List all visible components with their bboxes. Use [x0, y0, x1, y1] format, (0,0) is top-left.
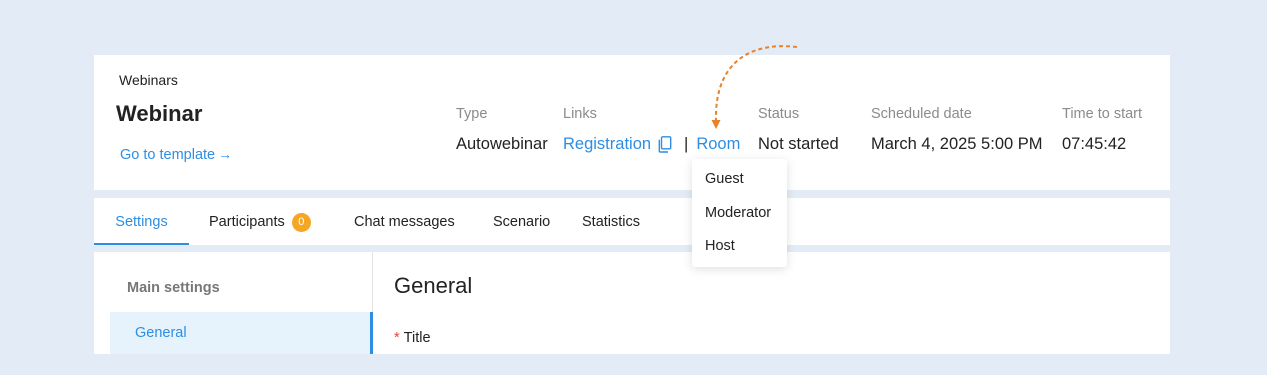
webinar-header-panel: Webinars Webinar Go to template → Type Au… [94, 55, 1170, 190]
settings-content-panel: Main settings General General * Title [94, 252, 1170, 354]
breadcrumb[interactable]: Webinars [119, 72, 178, 88]
section-title: General [394, 273, 473, 298]
room-option-guest[interactable]: Guest [692, 165, 787, 199]
tab-statistics[interactable]: Statistics [582, 198, 640, 245]
tab-participants[interactable]: Participants 0 [209, 198, 311, 245]
registration-link[interactable]: Registration [563, 135, 651, 154]
participants-count-badge: 0 [291, 213, 311, 232]
time-to-start-value: 07:45:42 [1062, 135, 1127, 153]
sidebar-heading: Main settings [127, 280, 220, 296]
tab-settings[interactable]: Settings [94, 198, 189, 245]
scheduled-date-label: Scheduled date [871, 106, 972, 122]
tab-scenario[interactable]: Scenario [493, 198, 550, 245]
room-option-host[interactable]: Host [692, 232, 787, 266]
title-label-text: Title [403, 330, 431, 346]
status-value: Not started [758, 135, 839, 153]
time-to-start-label: Time to start [1062, 106, 1143, 122]
links-separator: | [684, 135, 689, 153]
time-to-start-column: Time to start 07:45:42 [1062, 106, 1142, 154]
scheduled-date-value: March 4, 2025 5:00 PM [871, 135, 1043, 153]
tab-bar: Settings Participants 0 Chat messages Sce… [94, 198, 1170, 245]
type-value: Autowebinar [456, 135, 548, 153]
room-dropdown-menu: Guest Moderator Host [692, 159, 787, 267]
tab-participants-label: Participants [209, 214, 285, 230]
settings-sidebar: Main settings General [94, 252, 373, 354]
type-label: Type [456, 106, 488, 122]
copy-icon[interactable] [657, 136, 672, 153]
tab-chat-messages[interactable]: Chat messages [354, 198, 455, 245]
page-title: Webinar [116, 101, 203, 126]
sidebar-item-general[interactable]: General [110, 312, 373, 354]
scheduled-date-column: Scheduled date March 4, 2025 5:00 PM [871, 106, 1043, 154]
annotation-curved-arrow [711, 45, 798, 129]
type-column: Type Autowebinar [456, 106, 548, 154]
go-to-template-label: Go to template [120, 147, 216, 163]
title-field-label: * Title [394, 330, 431, 346]
room-option-moderator[interactable]: Moderator [692, 199, 787, 233]
room-link[interactable]: Room [696, 135, 740, 154]
required-marker: * [394, 330, 400, 346]
go-to-template-link[interactable]: Go to template → [120, 146, 232, 163]
arrow-right-icon: → [218, 146, 233, 162]
links-value: Registration | Room [563, 135, 740, 154]
